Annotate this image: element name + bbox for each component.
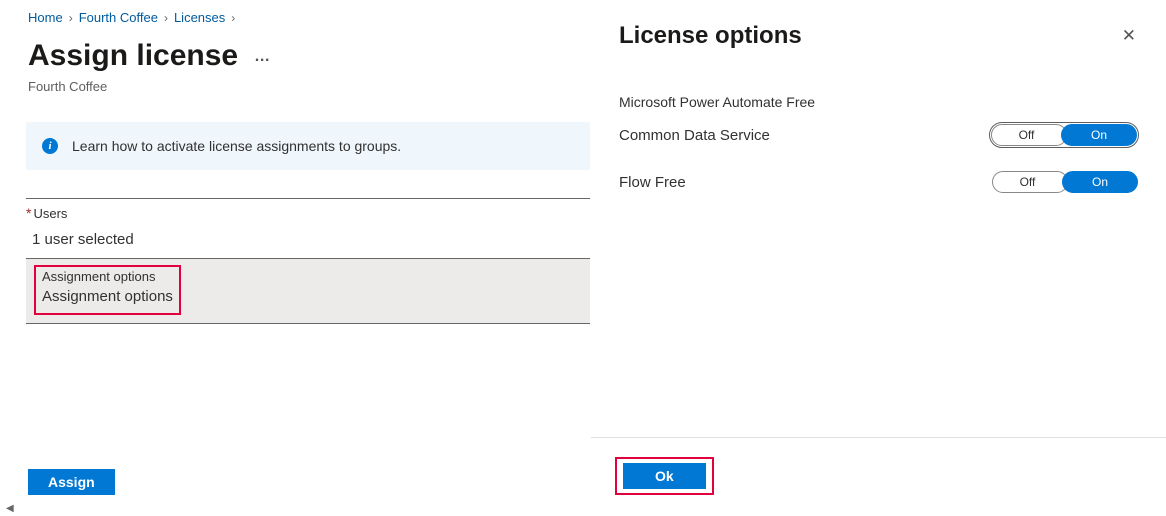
- left-panel: Home › Fourth Coffee › Licenses › Assign…: [0, 0, 590, 516]
- breadcrumb-item-home[interactable]: Home: [28, 10, 63, 25]
- toggle-on-pill[interactable]: On: [1061, 124, 1137, 146]
- chevron-right-icon: ›: [231, 11, 235, 25]
- assignment-options-small-label: Assignment options: [42, 269, 173, 284]
- toggle-off-pill[interactable]: Off: [991, 124, 1067, 146]
- panel-footer-divider: [591, 437, 1166, 438]
- ok-button[interactable]: Ok: [623, 463, 706, 489]
- more-actions-icon[interactable]: …: [254, 46, 270, 66]
- info-icon: i: [42, 138, 58, 154]
- breadcrumb-item-licenses[interactable]: Licenses: [174, 10, 225, 25]
- info-banner-text: Learn how to activate license assignment…: [72, 138, 401, 154]
- users-field-value[interactable]: 1 user selected: [26, 221, 590, 248]
- assignment-options-label: Assignment options: [42, 284, 173, 305]
- chevron-right-icon: ›: [69, 11, 73, 25]
- page-subtitle: Fourth Coffee: [0, 73, 590, 94]
- scroll-left-icon[interactable]: ◀: [6, 503, 14, 514]
- users-field-label: *Users: [26, 205, 590, 221]
- panel-title: License options: [619, 22, 802, 50]
- info-banner: i Learn how to activate license assignme…: [26, 122, 590, 170]
- chevron-right-icon: ›: [164, 11, 168, 25]
- page-title: Assign license: [28, 39, 238, 73]
- option-label-flow-free: Flow Free: [619, 174, 686, 191]
- toggle-on-pill[interactable]: On: [1062, 171, 1138, 193]
- license-options-panel: License options ✕ Microsoft Power Automa…: [590, 0, 1166, 516]
- panel-product-name: Microsoft Power Automate Free: [619, 94, 1138, 110]
- toggle-common-data-service[interactable]: Off On: [990, 123, 1138, 147]
- toggle-flow-free[interactable]: Off On: [992, 171, 1138, 193]
- toggle-off-pill[interactable]: Off: [992, 171, 1068, 193]
- assignment-options-highlight: Assignment options Assignment options: [34, 265, 181, 315]
- breadcrumb-item-fourth-coffee[interactable]: Fourth Coffee: [79, 10, 158, 25]
- close-icon[interactable]: ✕: [1116, 22, 1142, 50]
- ok-button-highlight: Ok: [615, 457, 714, 495]
- required-indicator: *: [26, 205, 31, 221]
- assignment-options-band[interactable]: Assignment options Assignment options: [26, 258, 590, 324]
- assign-button[interactable]: Assign: [28, 469, 115, 495]
- option-label-common-data-service: Common Data Service: [619, 127, 770, 144]
- breadcrumb: Home › Fourth Coffee › Licenses ›: [0, 8, 590, 25]
